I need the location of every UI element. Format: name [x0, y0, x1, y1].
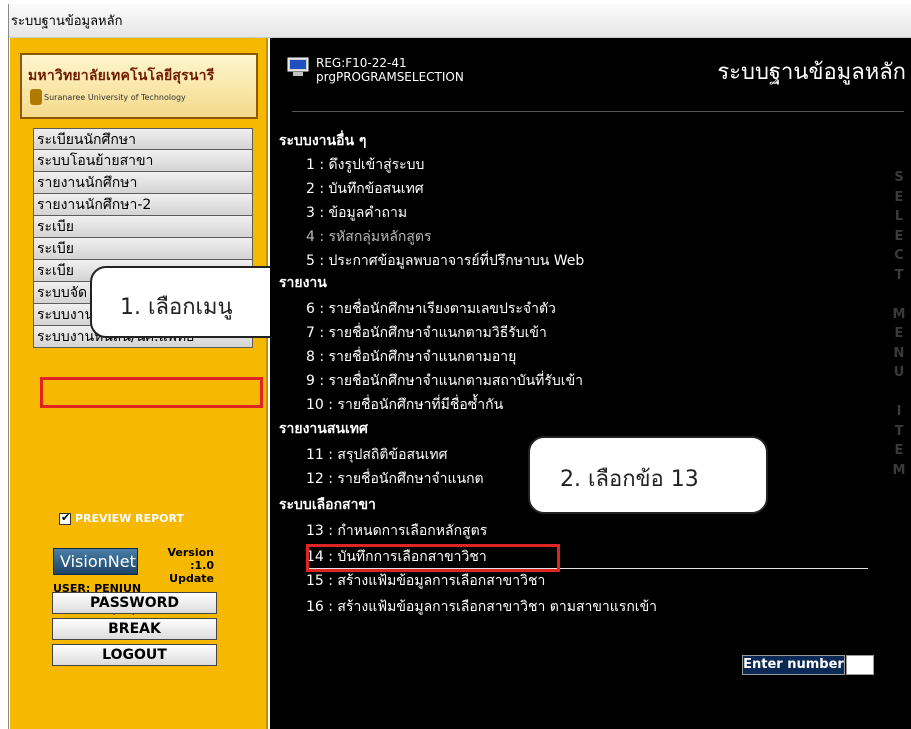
- program-name: prgPROGRAMSELECTION: [316, 70, 464, 84]
- watermark-letter: L: [894, 209, 904, 224]
- title-bar: ระบบฐานข้อมูลหลัก: [9, 4, 911, 38]
- app-window: ระบบฐานข้อมูลหลัก มหาวิทยาลัยเทคโนโลยีสุ…: [8, 4, 911, 729]
- version-label: Version :1.0: [167, 546, 214, 572]
- menu-item-major-transfer[interactable]: ระบบโอนย้ายสาขา: [33, 150, 253, 172]
- computer-icon: [287, 57, 309, 76]
- watermark-letter: I: [896, 404, 902, 419]
- option-10[interactable]: 10 : รายชื่อนักศึกษาที่มีชื่อซ้ำกัน: [306, 394, 503, 416]
- watermark-letter: M: [892, 306, 906, 322]
- option-8[interactable]: 8 : รายชื่อนักศึกษาจำแนกตามอายุ: [306, 346, 516, 368]
- watermark-letter: N: [893, 345, 905, 361]
- watermark-letter: T: [894, 423, 904, 439]
- password-button[interactable]: PASSWORD: [52, 592, 217, 614]
- logout-button[interactable]: LOGOUT: [52, 644, 217, 666]
- menu-item-record-a[interactable]: ระเบีย: [33, 216, 253, 238]
- option-16[interactable]: 16 : สร้างแฟ้มข้อมูลการเลือกสาขาวิชา ตาม…: [306, 596, 657, 618]
- option-9[interactable]: 9 : รายชื่อนักศึกษาจำแนกตามสถาบันที่รับเ…: [306, 370, 583, 392]
- visionnet-logo: VisionNet: [53, 548, 138, 575]
- seal-icon: [30, 89, 42, 105]
- preview-report-toggle[interactable]: PREVIEW REPORT: [59, 511, 185, 525]
- callout-select-menu: 1. เลือกเมนู: [90, 266, 286, 338]
- watermark-letter: E: [894, 228, 904, 244]
- enter-number-input[interactable]: [846, 655, 874, 675]
- option-15[interactable]: 15 : สร้างแฟ้มข้อมูลการเลือกสาขาวิชา: [306, 570, 545, 592]
- option-3[interactable]: 3 : ข้อมูลคำถาม: [306, 202, 407, 224]
- watermark-letter: S: [894, 170, 904, 185]
- option-4[interactable]: 4 : รหัสกลุ่มหลักสูตร: [306, 226, 432, 248]
- logo-thai-name: มหาวิทยาลัยเทคโนโลยีสุรนารี: [28, 68, 215, 84]
- version-info: Version :1.0 Update: [142, 546, 214, 585]
- window-title: ระบบฐานข้อมูลหลัก: [11, 14, 123, 29]
- option-7[interactable]: 7 : รายชื่อนักศึกษาจำแนกตามวิธีรับเข้า: [306, 322, 547, 344]
- select-menu-item-watermark: SELECT MENU ITEM: [892, 168, 906, 480]
- checkbox-icon[interactable]: [59, 511, 71, 525]
- callout-select-13: 2. เลือกข้อ 13: [528, 436, 768, 514]
- divider: [292, 111, 904, 112]
- sidebar: มหาวิทยาลัยเทคโนโลยีสุรนารี Suranaree Un…: [10, 38, 286, 729]
- preview-report-label: PREVIEW REPORT: [75, 512, 185, 525]
- logo-english-name: Suranaree University of Technology: [44, 93, 186, 102]
- watermark-letter: [892, 383, 906, 403]
- option-5[interactable]: 5 : ประกาศข้อมูลพบอาจารย์ที่ปรึกษาบน Web: [306, 250, 584, 272]
- enter-number-button[interactable]: Enter number: [742, 655, 845, 675]
- watermark-letter: E: [894, 189, 904, 205]
- watermark-letter: E: [894, 326, 904, 341]
- watermark-letter: M: [892, 462, 906, 478]
- highlight-option-box: [306, 544, 560, 572]
- menu-item-student-report[interactable]: รายงานนักศึกษา: [33, 172, 253, 194]
- watermark-letter: E: [894, 443, 904, 458]
- section-report: รายงาน: [279, 275, 327, 291]
- menu-item-student-record[interactable]: ระเบียนนักศึกษา: [33, 128, 253, 150]
- main-panel: REG:F10-22-41 prgPROGRAMSELECTION ระบบฐา…: [270, 38, 911, 729]
- option-13[interactable]: 13 : กำหนดการเลือกหลักสูตร: [306, 520, 487, 542]
- watermark-letter: C: [894, 248, 904, 263]
- watermark-letter: U: [893, 365, 905, 380]
- option-6[interactable]: 6 : รายชื่อนักศึกษาเรียงตามเลขประจำตัว: [306, 298, 556, 320]
- break-button[interactable]: BREAK: [52, 618, 217, 640]
- section-info-report: รายงานสนเทศ: [279, 421, 368, 437]
- option-11[interactable]: 11 : สรุปสถิติข้อสนเทศ: [306, 444, 448, 466]
- section-major-select: ระบบเลือกสาขา: [279, 497, 376, 513]
- highlight-menu-box: [40, 377, 263, 408]
- update-label: Update: [169, 572, 214, 585]
- page-title: ระบบฐานข้อมูลหลัก: [717, 60, 906, 85]
- watermark-letter: [892, 285, 906, 305]
- watermark-letter: T: [894, 267, 904, 283]
- menu-item-record-b[interactable]: ระเบีย: [33, 238, 253, 260]
- option-1[interactable]: 1 : ดึงรูปเข้าสู่ระบบ: [306, 154, 424, 176]
- university-logo: มหาวิทยาลัยเทคโนโลยีสุรนารี Suranaree Un…: [20, 53, 258, 119]
- section-other-systems: ระบบงานอื่น ๆ: [279, 133, 367, 149]
- option-12[interactable]: 12 : รายชื่อนักศึกษาจำแนกต: [306, 468, 484, 490]
- option-2[interactable]: 2 : บันทึกข้อสนเทศ: [306, 178, 424, 200]
- reg-code: REG:F10-22-41: [316, 56, 407, 70]
- menu-item-student-report-2[interactable]: รายงานนักศึกษา-2: [33, 194, 253, 216]
